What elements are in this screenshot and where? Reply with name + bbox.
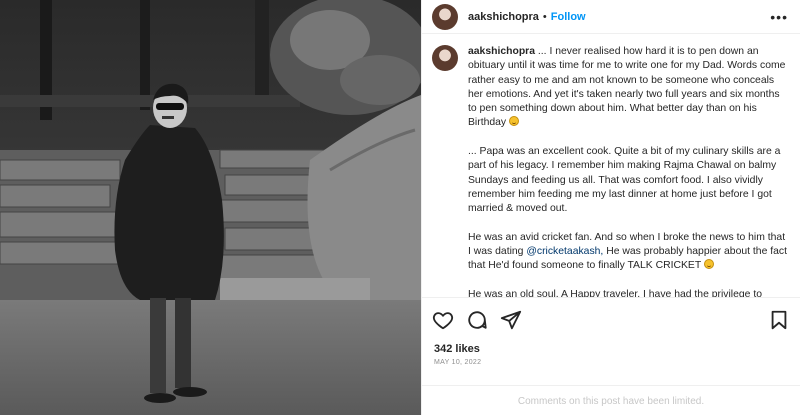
caption-paragraph-2: ... Papa was an excellent cook. Quite a …	[468, 146, 781, 215]
caption-paragraph-3: He was an avid cricket fan. And so when …	[468, 231, 790, 274]
likes-count[interactable]: 342 likes	[434, 343, 480, 355]
more-options-icon[interactable]: •••	[770, 9, 788, 25]
action-bar	[422, 297, 800, 341]
caption-row: aakshichopra ... I never realised how ha…	[432, 45, 790, 297]
separator-dot: •	[542, 10, 547, 23]
post-date: MAY 10, 2022	[434, 359, 482, 366]
bookmark-icon[interactable]	[768, 309, 790, 331]
comment-icon[interactable]	[466, 309, 488, 331]
follow-button[interactable]: Follow	[551, 11, 586, 23]
smiling-face-emoji-icon	[509, 116, 520, 127]
grinning-face-emoji-icon	[703, 259, 714, 270]
avatar[interactable]	[432, 3, 458, 30]
username-link[interactable]: aakshichopra	[468, 11, 539, 23]
mention-link[interactable]: @cricketaakash,	[526, 246, 603, 257]
caption-username-link[interactable]: aakshichopra	[468, 46, 535, 57]
caption-text: aakshichopra ... I never realised how ha…	[468, 45, 790, 297]
post-header: aakshichopra • Follow •••	[422, 0, 800, 34]
caption-avatar[interactable]	[432, 45, 458, 71]
comments-limited-notice: Comments on this post have been limited.	[422, 385, 800, 415]
share-icon[interactable]	[500, 309, 522, 331]
black-and-white-photo	[0, 0, 421, 415]
post-photo[interactable]	[0, 0, 421, 415]
post-panel: aakshichopra • Follow ••• aakshichopra .…	[421, 0, 800, 415]
caption-paragraph-1: aakshichopra ... I never realised how ha…	[468, 45, 790, 131]
heart-icon[interactable]	[432, 309, 454, 331]
caption-paragraph-4: He was an old soul. A Happy traveler. I …	[468, 289, 763, 297]
caption-area: aakshichopra ... I never realised how ha…	[422, 35, 800, 297]
post-container: aakshichopra • Follow ••• aakshichopra .…	[0, 0, 800, 415]
